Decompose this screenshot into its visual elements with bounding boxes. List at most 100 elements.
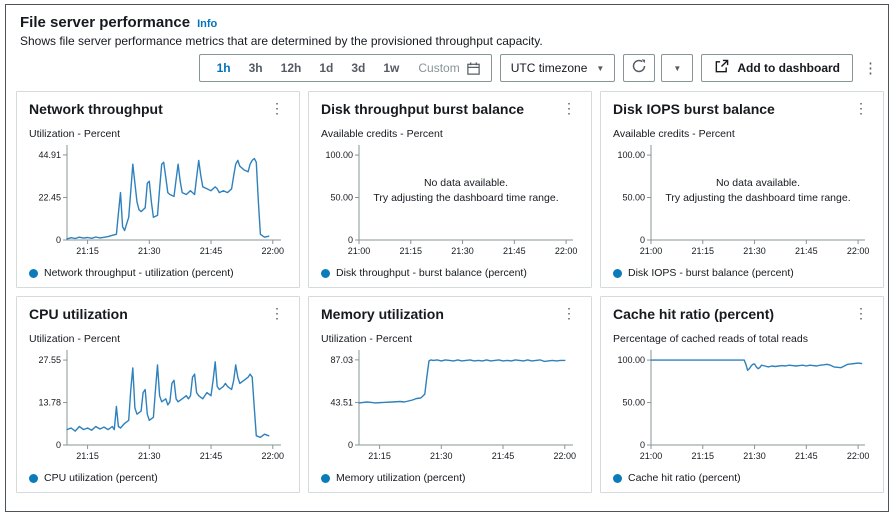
refresh-options-button[interactable]: ▼: [661, 54, 694, 82]
svg-text:0: 0: [56, 235, 61, 245]
svg-text:22:00: 22:00: [262, 451, 285, 461]
svg-text:21:45: 21:45: [795, 246, 818, 256]
y-axis-label: Utilization - Percent: [29, 128, 121, 140]
dashboard-frame: File server performance Info Shows file …: [5, 4, 889, 512]
svg-text:21:00: 21:00: [640, 246, 663, 256]
y-axis-label: Available credits - Percent: [321, 128, 443, 140]
panel-disk-iops-burst: Disk IOPS burst balance ⋮ Available cred…: [600, 91, 884, 288]
svg-text:0: 0: [348, 440, 353, 450]
time-range-1w[interactable]: 1w: [374, 61, 408, 75]
legend-label: CPU utilization (percent): [44, 472, 158, 484]
panel-cache-hit-ratio: Cache hit ratio (percent) ⋮ Percentage o…: [600, 296, 884, 493]
timezone-select[interactable]: UTC timezone ▼: [499, 54, 616, 82]
panel-menu-icon[interactable]: ⋮: [559, 101, 579, 115]
panels-grid: Network throughput ⋮ Utilization - Perce…: [6, 84, 888, 503]
svg-text:21:30: 21:30: [138, 451, 161, 461]
svg-text:43.51: 43.51: [330, 397, 353, 407]
legend: CPU utilization (percent): [29, 472, 287, 484]
svg-text:No data available.: No data available.: [716, 177, 800, 189]
panel-menu-icon[interactable]: ⋮: [267, 306, 287, 320]
svg-text:21:30: 21:30: [451, 246, 474, 256]
legend: Disk throughput - burst balance (percent…: [321, 267, 579, 279]
network-throughput-chart: 0 22.45 44.91 21:15 21:30 21:45 22:00: [38, 145, 284, 256]
time-range-3h[interactable]: 3h: [240, 61, 272, 75]
svg-text:0: 0: [640, 440, 645, 450]
panel-title: Cache hit ratio (percent): [613, 306, 775, 322]
y-axis-label: Utilization - Percent: [321, 333, 413, 345]
svg-text:21:30: 21:30: [138, 246, 161, 256]
add-to-dashboard-button[interactable]: Add to dashboard: [701, 54, 853, 82]
custom-range-button[interactable]: Custom: [408, 61, 465, 75]
svg-text:21:45: 21:45: [492, 451, 515, 461]
svg-text:87.03: 87.03: [330, 355, 353, 365]
panel-menu-icon[interactable]: ⋮: [559, 306, 579, 320]
memory-utilization-chart: 0 43.51 87.03 21:15 21:30 21:45 22:00: [330, 350, 577, 461]
svg-text:21:00: 21:00: [640, 451, 663, 461]
panel-menu-icon[interactable]: ⋮: [851, 101, 871, 115]
svg-text:21:30: 21:30: [743, 451, 766, 461]
svg-text:22:00: 22:00: [554, 451, 577, 461]
svg-text:22:00: 22:00: [555, 246, 578, 256]
panel-title: Memory utilization: [321, 306, 444, 322]
legend: Cache hit ratio (percent): [613, 472, 871, 484]
panel-network-throughput: Network throughput ⋮ Utilization - Perce…: [16, 91, 300, 288]
panel-title: CPU utilization: [29, 306, 128, 322]
legend-label: Cache hit ratio (percent): [628, 472, 741, 484]
time-range-1h[interactable]: 1h: [208, 61, 240, 75]
svg-text:21:15: 21:15: [76, 451, 99, 461]
legend-label: Memory utilization (percent): [336, 472, 466, 484]
time-range-12h[interactable]: 12h: [272, 61, 311, 75]
time-range-segment: 1h 3h 12h 1d 3d 1w Custom: [198, 54, 492, 82]
svg-text:27.55: 27.55: [38, 355, 61, 365]
svg-text:50.00: 50.00: [622, 398, 645, 408]
add-to-dashboard-label: Add to dashboard: [737, 61, 840, 75]
svg-text:0: 0: [640, 235, 645, 245]
svg-text:21:30: 21:30: [743, 246, 766, 256]
panel-title: Network throughput: [29, 101, 163, 117]
panel-menu-icon[interactable]: ⋮: [267, 101, 287, 115]
refresh-split-button: ▼: [623, 54, 694, 82]
svg-text:21:45: 21:45: [200, 246, 223, 256]
page-subtitle: Shows file server performance metrics th…: [20, 34, 543, 48]
panel-menu-icon[interactable]: ⋮: [851, 306, 871, 320]
svg-text:0: 0: [348, 235, 353, 245]
legend-label: Disk throughput - burst balance (percent…: [336, 267, 527, 279]
legend-dot: [613, 473, 622, 483]
disk-iops-chart: 0 50.00 100.00 21:00 21:15 21:30 21:45 22:00 No …: [617, 145, 869, 256]
legend-dot: [29, 473, 38, 483]
cache-hit-ratio-chart: 0 50.00 100.00 21:00 21:15 21:30 21:45 22:00: [617, 350, 870, 461]
overflow-menu-icon[interactable]: ⋮: [861, 59, 880, 77]
time-range-1d[interactable]: 1d: [310, 61, 342, 75]
svg-text:13.78: 13.78: [38, 398, 61, 408]
y-axis-label: Utilization - Percent: [29, 333, 121, 345]
chevron-down-icon: ▼: [673, 63, 682, 73]
svg-text:50.00: 50.00: [330, 193, 353, 203]
svg-text:21:15: 21:15: [400, 246, 423, 256]
legend-dot: [613, 268, 622, 278]
svg-text:22:00: 22:00: [847, 451, 870, 461]
legend-dot: [321, 473, 330, 483]
panel-title: Disk throughput burst balance: [321, 101, 525, 117]
refresh-icon: [631, 58, 647, 79]
svg-text:21:00: 21:00: [348, 246, 371, 256]
svg-text:44.91: 44.91: [38, 150, 61, 160]
disk-throughput-chart: 0 50.00 100.00 21:00 21:15 21:30 21:45 22:00 No …: [325, 145, 578, 256]
svg-text:21:15: 21:15: [368, 451, 391, 461]
time-range-3d[interactable]: 3d: [342, 61, 374, 75]
svg-text:100.00: 100.00: [325, 150, 353, 160]
panel-memory-utilization: Memory utilization ⋮ Utilization - Perce…: [308, 296, 592, 493]
y-axis-label: Percentage of cached reads of total read…: [613, 333, 808, 345]
svg-text:Try adjusting the dashboard ti: Try adjusting the dashboard time range.: [373, 192, 558, 204]
svg-text:No data available.: No data available.: [424, 177, 508, 189]
svg-text:21:45: 21:45: [503, 246, 526, 256]
svg-text:21:15: 21:15: [692, 451, 715, 461]
svg-text:100.00: 100.00: [617, 150, 645, 160]
info-link[interactable]: Info: [197, 18, 217, 30]
page-header: File server performance Info Shows file …: [6, 5, 888, 48]
refresh-button[interactable]: [623, 54, 656, 82]
calendar-icon: [466, 61, 483, 76]
panel-disk-throughput-burst: Disk throughput burst balance ⋮ Availabl…: [308, 91, 592, 288]
svg-text:50.00: 50.00: [622, 193, 645, 203]
timezone-label: UTC timezone: [510, 61, 588, 75]
cpu-utilization-chart: 0 13.78 27.55 21:15 21:30 21:45 22:00: [38, 350, 285, 461]
